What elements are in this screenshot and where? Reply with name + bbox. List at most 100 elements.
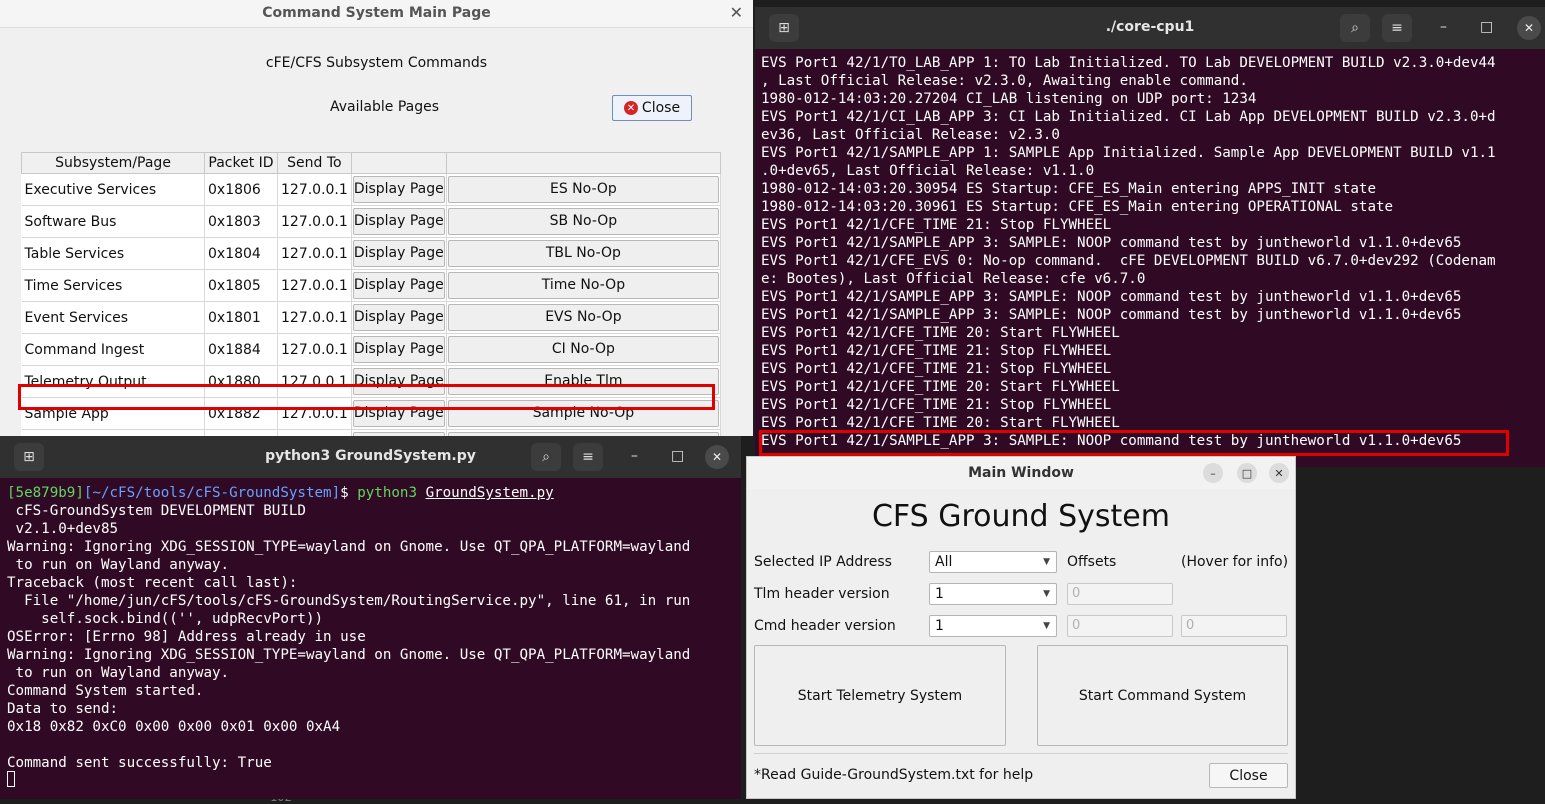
terminal-line: self.sock.bind(('', udpRecvPort)) [7, 611, 324, 627]
terminal-output: [5e879b9][~/cFS/tools/cFS-GroundSystem]$… [7, 484, 690, 772]
tlm-header-label: Tlm header version [754, 586, 890, 602]
cmd-header-select[interactable]: 1 ▼ [929, 615, 1057, 637]
ip-address-select[interactable]: All ▼ [929, 551, 1057, 573]
col-packet-id: Packet ID [204, 152, 278, 174]
send-command-button[interactable]: ES No-Op [447, 176, 719, 203]
groundsystem-terminal: ⊞ python3 GroundSystem.py ⌕ ≡ – □ ✕ [5e8… [0, 436, 741, 799]
subsystem-name: Time Services [21, 269, 205, 302]
tlm-header-select[interactable]: 1 ▼ [929, 583, 1057, 605]
table-row: Telemetry Output 0x1880 127.0.0.1 Display P… [21, 365, 722, 398]
display-cell: Display Page [351, 333, 447, 366]
send-command-button[interactable]: CI No-Op [447, 336, 719, 363]
prompt-argument: GroundSystem.py [425, 485, 554, 501]
send-command-button[interactable]: Time No-Op [447, 272, 719, 299]
command-cell: TBL No-Op [446, 237, 722, 270]
send-command-button[interactable]: EVS No-Op [447, 304, 719, 331]
terminal-line: 1980-012-14:03:20.30961 ES Startup: CFE_… [761, 199, 1394, 215]
menu-icon[interactable]: ≡ [1382, 14, 1412, 42]
terminal-titlebar: ⊞ ./core-cpu1 ⌕ ≡ – □ ✕ [755, 7, 1545, 49]
chevron-down-icon: ▼ [1043, 621, 1050, 631]
terminal-line: EVS Port1 42/1/CFE_TIME 20: Start FLYWHE… [761, 415, 1120, 431]
table-row: Sample App 0x1882 127.0.0.1 Display Page Sam… [21, 397, 722, 430]
core-cpu1-terminal: ⊞ ./core-cpu1 ⌕ ≡ – □ ✕ EVS Port1 42/1/T… [755, 7, 1545, 467]
command-cell: Enable Tlm [446, 365, 722, 398]
display-page-button[interactable]: Display Page [352, 368, 445, 395]
subsystem-name: Executive Services [21, 173, 205, 206]
terminal-output: EVS Port1 42/1/TO_LAB_APP 1: TO Lab Init… [761, 54, 1496, 450]
minimize-icon[interactable]: – [1440, 19, 1447, 35]
start-telemetry-button[interactable]: Start Telemetry System [754, 645, 1006, 746]
divider [754, 753, 1288, 754]
display-page-button[interactable]: Display Page [352, 240, 445, 267]
tlm-offset-field[interactable]: 0 [1067, 583, 1173, 605]
terminal-line: , Last Official Release: v2.3.0, Awaitin… [761, 73, 1248, 89]
command-cell: SB No-Op [446, 205, 722, 238]
table-row: Table Services 0x1804 127.0.0.1 Display Pag… [21, 237, 722, 270]
close-icon[interactable]: ✕ [705, 445, 729, 469]
display-page-button[interactable]: Display Page [352, 272, 445, 299]
packet-id: 0x1806 [204, 173, 278, 206]
terminal-line: 0x18 0x82 0xC0 0x00 0x00 0x01 0x00 0xA4 [7, 719, 341, 735]
cmd-offset-field-2[interactable]: 0 [1181, 615, 1287, 637]
terminal-line: EVS Port1 42/1/SAMPLE_APP 3: SAMPLE: NOO… [761, 307, 1462, 323]
maximize-icon[interactable]: □ [1480, 19, 1493, 35]
packet-id: 0x1880 [204, 365, 278, 398]
packet-id: 0x1805 [204, 269, 278, 302]
maximize-icon[interactable]: □ [671, 448, 684, 464]
maximize-icon[interactable]: □ [1237, 463, 1257, 483]
search-icon[interactable]: ⌕ [1340, 14, 1370, 42]
send-to-ip: 127.0.0.1 [277, 173, 352, 206]
subsystem-name: Command Ingest [21, 333, 205, 366]
minimize-icon[interactable]: – [631, 448, 638, 464]
start-command-button[interactable]: Start Command System [1037, 645, 1288, 746]
terminal-line: EVS Port1 42/1/CI_LAB_APP 3: CI Lab Init… [761, 109, 1496, 125]
display-page-button[interactable]: Display Page [352, 208, 445, 235]
display-page-button[interactable]: Display Page [352, 400, 445, 427]
menu-icon[interactable]: ≡ [573, 443, 603, 471]
terminal-line: 1980-012-14:03:20.30954 ES Startup: CFE_… [761, 181, 1376, 197]
cmd-offset-field-1[interactable]: 0 [1067, 615, 1173, 637]
terminal-line: EVS Port1 42/1/CFE_TIME 20: Start FLYWHE… [761, 379, 1120, 395]
terminal-line: 1980-012-14:03:20.27204 CI_LAB listening… [761, 91, 1257, 107]
send-command-button[interactable]: SB No-Op [447, 208, 719, 235]
offsets-label: Offsets [1067, 554, 1117, 570]
display-cell: Display Page [351, 237, 447, 270]
selected-ip-label: Selected IP Address [754, 554, 892, 570]
display-cell: Display Page [351, 205, 447, 238]
terminal-title: python3 GroundSystem.py [265, 448, 476, 464]
close-button[interactable]: ✕ Close [612, 95, 692, 121]
display-cell: Display Page [351, 365, 447, 398]
minimize-icon[interactable]: – [1203, 463, 1223, 483]
chevron-down-icon: ▼ [1043, 557, 1050, 567]
commands-table: Subsystem/Page Packet ID Send To Executi… [21, 152, 722, 436]
display-page-button[interactable]: Display Page [352, 304, 445, 331]
command-cell: Sample No-Op [446, 397, 722, 430]
close-icon[interactable]: ✕ [1269, 463, 1289, 483]
send-to-ip: 127.0.0.1 [277, 269, 352, 302]
table-row: Time Services 0x1805 127.0.0.1 Display Page… [21, 269, 722, 302]
close-icon[interactable]: ✕ [730, 3, 743, 22]
display-page-button[interactable]: Display Page [352, 176, 445, 203]
terminal-line: EVS Port1 42/1/CFE_EVS 0: No-op command.… [761, 253, 1496, 269]
terminal-line: EVS Port1 42/1/CFE_TIME 21: Stop FLYWHEE… [761, 397, 1112, 413]
send-to-ip: 127.0.0.1 [277, 397, 352, 430]
display-cell: Display Page [351, 397, 447, 430]
terminal-line: to run on Wayland anyway. [7, 557, 230, 573]
cmd-header-value: 1 [935, 618, 944, 634]
prompt-id: [5e879b9] [7, 485, 84, 501]
terminal-titlebar: ⊞ python3 GroundSystem.py ⌕ ≡ – □ ✕ [0, 436, 741, 478]
packet-id: 0x1801 [204, 301, 278, 334]
search-icon[interactable]: ⌕ [531, 443, 561, 471]
terminal-line: EVS Port1 42/1/CFE_TIME 21: Stop FLYWHEE… [761, 361, 1112, 377]
send-command-button[interactable]: Sample No-Op [447, 400, 719, 427]
send-command-button[interactable]: Enable Tlm [447, 368, 719, 395]
display-page-button[interactable]: Display Page [352, 336, 445, 363]
terminal-lines: cFS-GroundSystem DEVELOPMENT BUILD v2.1.… [7, 503, 690, 771]
send-command-button[interactable]: TBL No-Op [447, 240, 719, 267]
command-cell: Time No-Op [446, 269, 722, 302]
close-icon[interactable]: ✕ [1517, 16, 1541, 40]
terminal-line: Command sent successfully: True [7, 755, 272, 771]
ground-system-main-window: Main Window – □ ✕ CFS Ground System Sele… [746, 456, 1296, 799]
terminal-line: EVS Port1 42/1/CFE_TIME 21: Stop FLYWHEE… [761, 217, 1112, 233]
close-button[interactable]: Close [1209, 763, 1288, 788]
